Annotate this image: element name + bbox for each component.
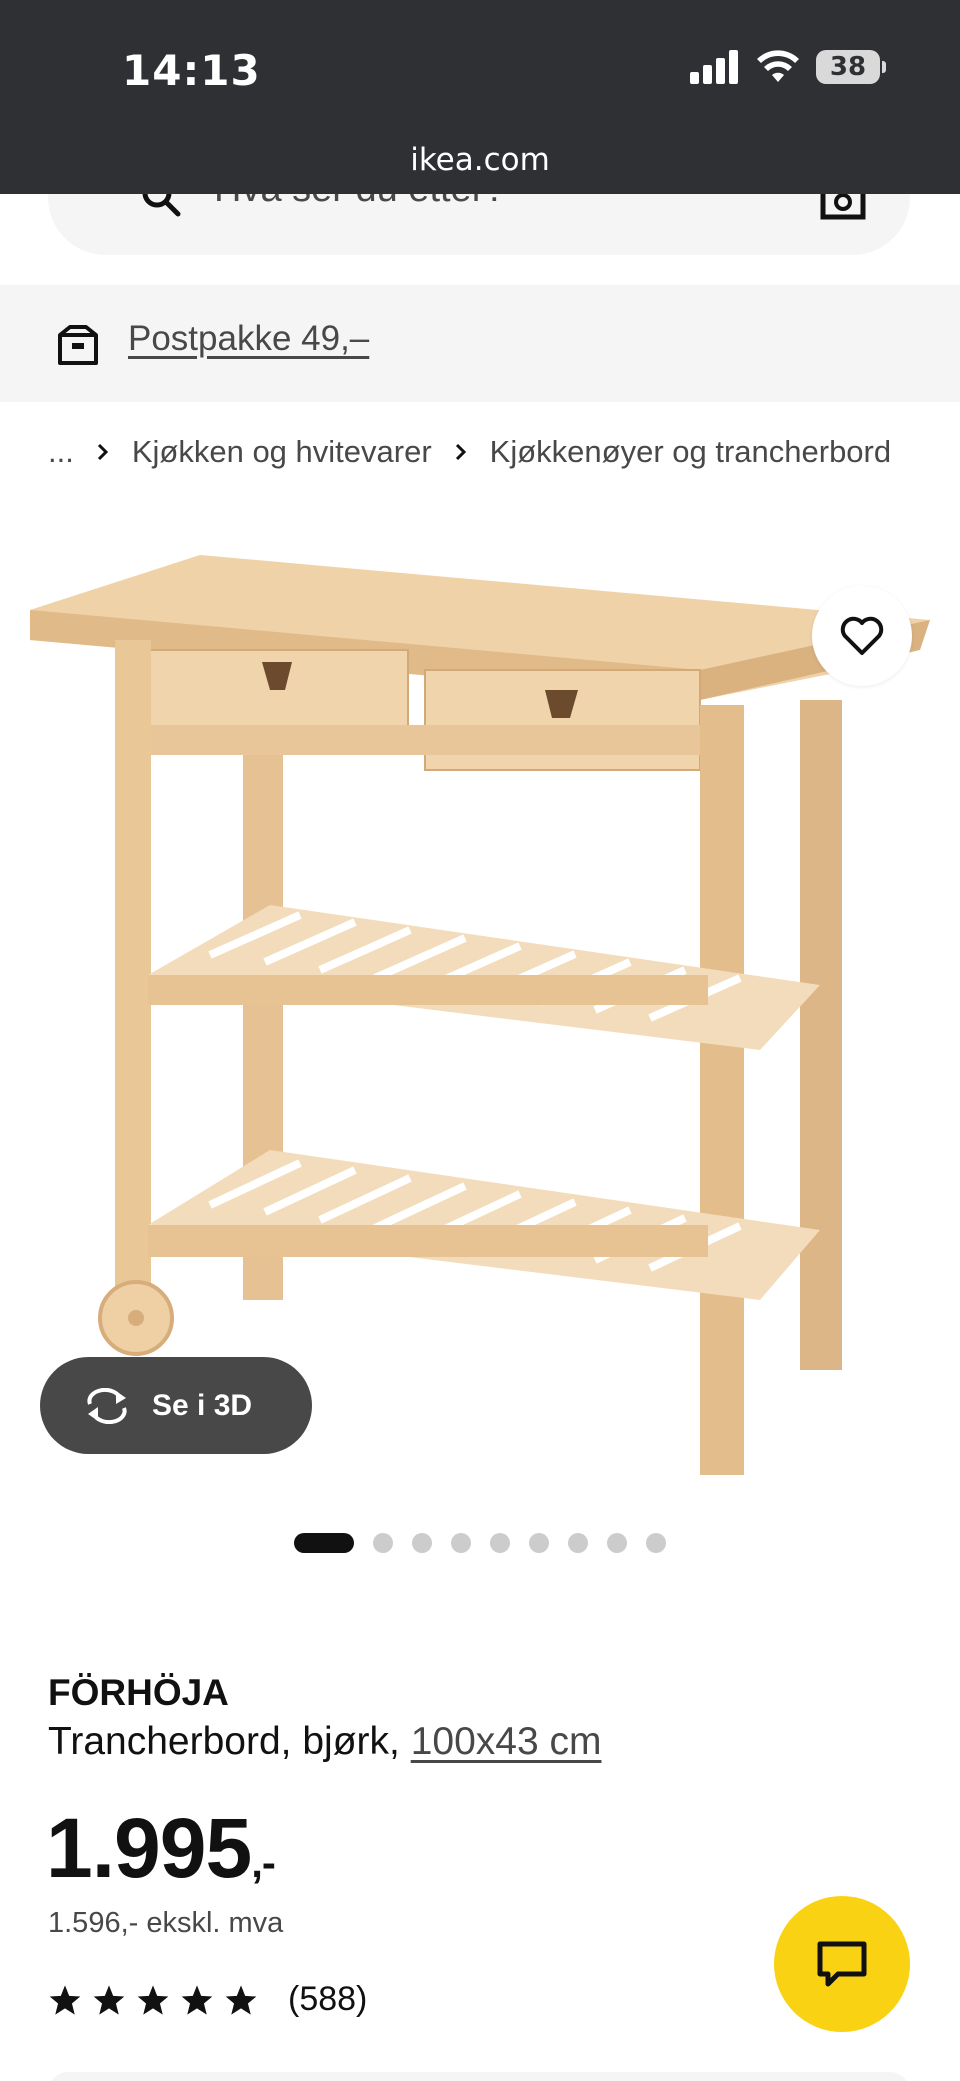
heart-icon <box>840 616 884 655</box>
chat-button[interactable] <box>774 1896 910 2032</box>
price-excl-vat: 1.596,- ekskl. mva <box>48 1907 284 1939</box>
signal-icon <box>690 50 738 84</box>
battery-indicator: 38 <box>816 50 886 84</box>
price-suffix: ,- <box>251 1839 276 1886</box>
breadcrumb-item-kitchen[interactable]: Kjøkken og hvitevarer <box>132 434 432 470</box>
view-in-3d-button[interactable]: Se i 3D <box>40 1357 312 1454</box>
status-time-display: 14:13 <box>122 46 261 95</box>
price-amount: 1.995 <box>46 1801 252 1895</box>
chevron-right-icon <box>454 434 468 470</box>
product-type: Trancherbord, bjørk, <box>48 1720 411 1763</box>
carousel-dot[interactable] <box>373 1533 393 1553</box>
carousel-dot[interactable] <box>294 1533 354 1553</box>
star-icon <box>181 1984 213 2015</box>
breadcrumb-item-islands[interactable]: Kjøkkenøyer og trancherbord <box>490 434 891 470</box>
wifi-icon <box>757 50 799 82</box>
next-section-edge <box>48 2072 910 2081</box>
star-icon <box>137 1984 169 2015</box>
chat-bubble-icon <box>817 1941 867 1987</box>
carousel-dot[interactable] <box>646 1533 666 1553</box>
carousel-dot[interactable] <box>568 1533 588 1553</box>
product-description: Trancherbord, bjørk, 100x43 cm <box>48 1720 601 1764</box>
carousel-dot[interactable] <box>412 1533 432 1553</box>
star-icon <box>49 1984 81 2015</box>
carousel-dots <box>294 1533 666 1553</box>
product-price: 1.995,- <box>46 1800 276 1897</box>
delivery-banner: Postpakke 49,– <box>0 285 960 402</box>
view-in-3d-label: Se i 3D <box>152 1388 253 1422</box>
carousel-dot[interactable] <box>451 1533 471 1553</box>
carousel-dot[interactable] <box>529 1533 549 1553</box>
delivery-link[interactable]: Postpakke 49,– <box>128 319 369 359</box>
star-icon <box>93 1984 125 2015</box>
product-rating[interactable]: (588) <box>48 1980 367 2019</box>
breadcrumb: ... Kjøkken og hvitevarer Kjøkkenøyer og… <box>48 434 891 470</box>
favorite-button[interactable] <box>812 586 912 686</box>
url-label[interactable]: ikea.com <box>0 142 960 178</box>
carousel-dot[interactable] <box>490 1533 510 1553</box>
star-icon <box>225 1984 257 2015</box>
package-icon <box>58 325 98 365</box>
product-size-link[interactable]: 100x43 cm <box>411 1720 602 1763</box>
breadcrumb-ellipsis[interactable]: ... <box>48 434 74 470</box>
rating-count: (588) <box>288 1980 368 2018</box>
rotate-3d-icon <box>87 1387 127 1424</box>
chevron-right-icon <box>96 434 110 470</box>
status-icons-display: 38 <box>690 50 886 84</box>
product-name: FÖRHÖJA <box>48 1672 229 1713</box>
carousel-dot[interactable] <box>607 1533 627 1553</box>
